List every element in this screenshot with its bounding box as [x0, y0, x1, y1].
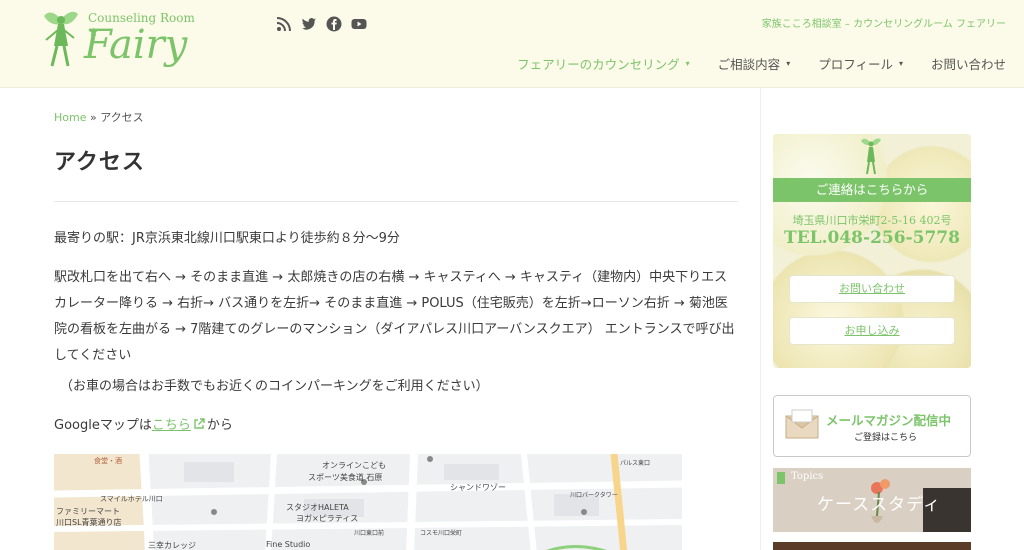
map-link-paragraph: Googleマップはこちら から	[54, 413, 738, 439]
nav-label: ご相談内容	[717, 57, 781, 72]
map-label: ヨガ×ピラティス	[296, 514, 359, 523]
mail-magazine-title: メールマガジン配信中	[826, 413, 952, 428]
site-logo[interactable]: Counseling Room ★ Fairy	[40, 8, 200, 74]
map-link[interactable]: こちら	[152, 418, 191, 433]
topics-title: ケーススタディ	[817, 495, 941, 515]
site-header: Counseling Room ★ Fairy 家族こころ相談室 – カウンセリ…	[0, 0, 1024, 88]
sidebar-divider	[760, 88, 761, 550]
map-label: スタジオHALETA	[286, 503, 349, 512]
map-label: シャンドワゾー	[450, 483, 506, 492]
nav-item-counseling[interactable]: フェアリーのカウンセリング ▾	[517, 54, 690, 73]
breadcrumb-current: アクセス	[100, 111, 144, 124]
chevron-down-icon: ▾	[685, 59, 690, 68]
logo-title: Fairy	[84, 22, 188, 68]
nav-label: フェアリーのカウンセリング	[517, 57, 680, 72]
nav-item-consultation[interactable]: ご相談内容 ▾	[718, 54, 791, 73]
map-label: ファミリーマート	[56, 507, 120, 516]
breadcrumb-separator: »	[89, 111, 97, 124]
map-label: パルス東口	[620, 460, 651, 467]
envelope-icon	[785, 409, 819, 439]
fairy-logo-icon	[44, 11, 78, 67]
external-link-icon	[194, 418, 205, 429]
mail-magazine-banner[interactable]: メールマガジン配信中 ご登録はこちら	[773, 395, 971, 457]
map-label: オンラインこども	[322, 461, 386, 470]
map-label: スマイルホテル川口	[100, 495, 163, 503]
nearest-station-text: 最寄りの駅：JR京浜東北線川口駅東口より徒歩約８分〜9分	[54, 231, 400, 246]
social-links	[276, 16, 367, 32]
contact-tel[interactable]: TEL.048-256-5778	[773, 228, 971, 248]
nav-label: プロフィール	[818, 57, 893, 72]
topics-label: Topics	[791, 471, 824, 482]
contact-widget: ご連絡はこちらから 埼玉県川口市栄町2-5-16 402号 TEL.048-25…	[773, 134, 971, 368]
apply-button[interactable]: お申し込み	[789, 317, 955, 345]
map-link-prefix: Googleマップは	[54, 418, 152, 433]
facebook-icon[interactable]	[326, 16, 342, 32]
map-label: 川口SL青葉通り店	[56, 518, 122, 527]
mail-magazine-subtitle: ご登録はこちら	[854, 433, 918, 443]
main-nav: フェアリーのカウンセリング ▾ ご相談内容 ▾ プロフィール ▾ お問い合わせ	[517, 54, 1006, 73]
map-label: 川口東口前	[354, 530, 385, 537]
inquiry-button[interactable]: お問い合わせ	[789, 275, 955, 303]
chevron-down-icon: ▾	[786, 59, 791, 68]
contact-address: 埼玉県川口市栄町2-5-16 402号	[792, 214, 952, 227]
twitter-icon[interactable]	[301, 16, 317, 32]
nav-item-contact[interactable]: お問い合わせ	[931, 54, 1006, 73]
contact-title: ご連絡はこちらから	[773, 178, 971, 202]
map-label: 食堂・酒	[94, 457, 122, 465]
title-divider	[54, 201, 738, 202]
car-note-text: （お車の場合はお手数でもお近くのコインパーキングをご利用ください）	[60, 379, 489, 394]
nav-item-profile[interactable]: プロフィール ▾	[818, 54, 903, 73]
nav-label: お問い合わせ	[930, 57, 1006, 72]
map-link-suffix: から	[206, 418, 233, 433]
page-title: アクセス	[54, 150, 145, 175]
map-label: スポーツ美食道 石原	[308, 473, 383, 482]
site-tagline[interactable]: 家族こころ相談室 – カウンセリングルーム フェアリー	[762, 15, 1006, 30]
map-label: 川口パークタワー	[570, 492, 618, 499]
map-label: 三幸カレッジ	[148, 541, 196, 550]
map-label: Fine Studio	[266, 540, 311, 549]
chevron-down-icon: ▾	[898, 59, 903, 68]
rss-icon[interactable]	[276, 16, 292, 32]
google-map[interactable]: 食堂・酒 オンラインこども スポーツ美食道 石原 シャンドワゾー スマイルホテル…	[54, 454, 682, 550]
breadcrumb-home[interactable]: Home	[54, 111, 86, 124]
fairy-icon	[861, 138, 881, 175]
next-sidebar-banner[interactable]	[773, 542, 971, 550]
directions-text: 駅改札口を出て右へ → そのまま直進 → 太郎焼きの店の右横 → キャスティへ …	[54, 270, 735, 363]
topics-banner[interactable]: Topics ケーススタディ	[773, 468, 971, 532]
breadcrumb: Home » アクセス	[54, 109, 144, 125]
youtube-icon[interactable]	[351, 16, 367, 32]
map-label: コスモ川口栄町	[420, 530, 463, 537]
